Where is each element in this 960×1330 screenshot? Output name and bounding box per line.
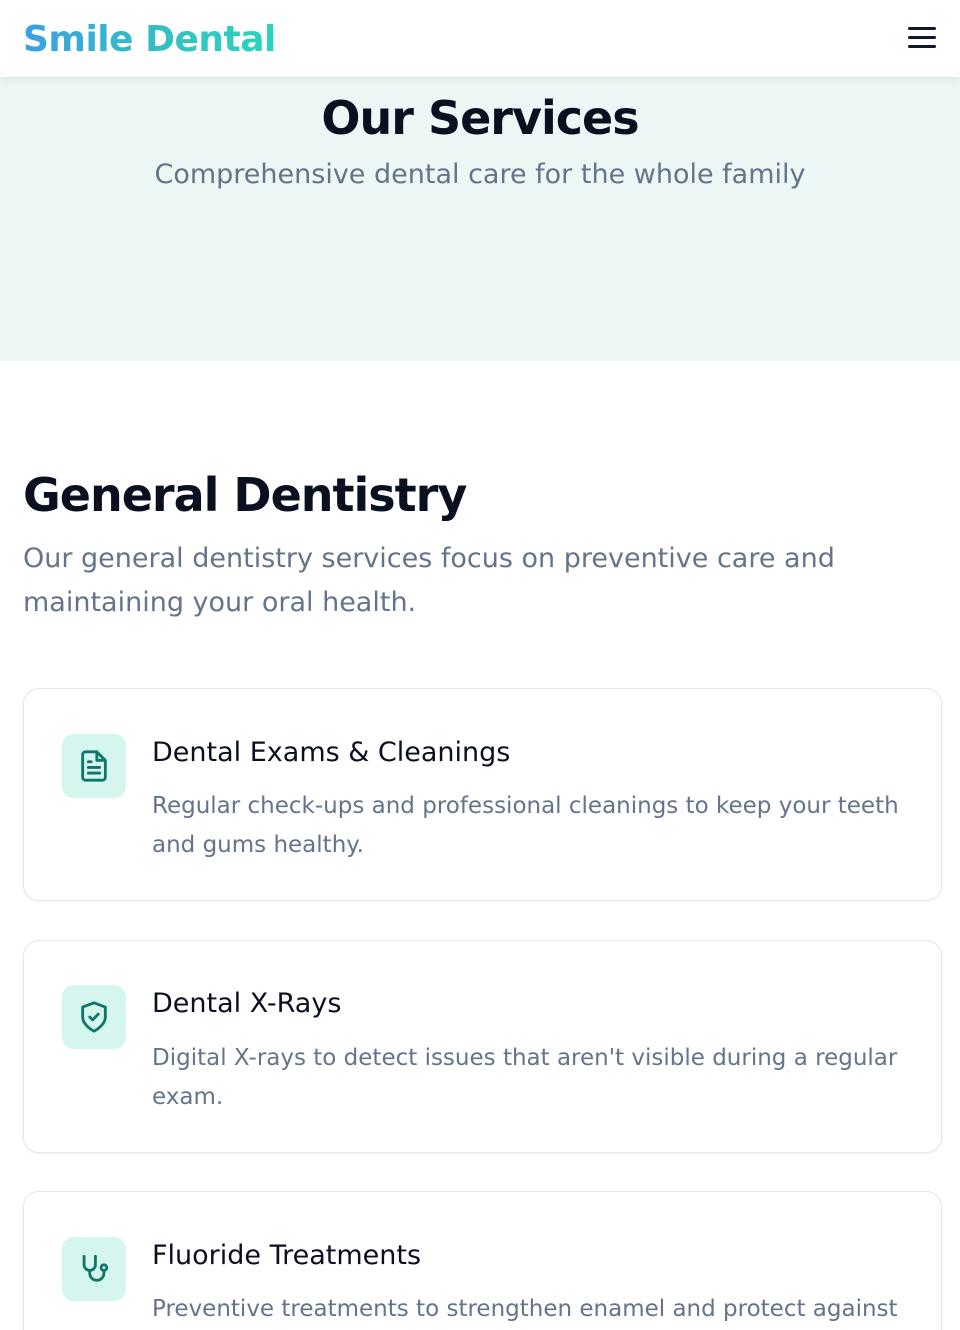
service-card-xrays[interactable]: Dental X-Rays Digital X-rays to detect i… [23,940,942,1153]
service-description: Digital X-rays to detect issues that are… [152,1045,898,1110]
menu-bar [908,27,936,30]
service-title: Fluoride Treatments [152,1240,422,1271]
hamburger-menu-icon[interactable] [906,22,940,54]
menu-bar [908,36,936,39]
service-description: Preventive treatments to strengthen enam… [152,1296,898,1322]
menu-bar [908,45,936,48]
section-description: Our general dentistry services focus on … [23,543,835,618]
shield-check-icon [62,985,126,1049]
service-title: Dental X-Rays [152,988,342,1019]
services-page: Smile Dental Our Services Comprehensive … [0,0,960,1330]
page-subtitle: Comprehensive dental care for the whole … [154,159,806,190]
site-header: Smile Dental [0,0,960,77]
logo[interactable]: Smile Dental [23,18,276,62]
section-title: General Dentistry [23,468,467,522]
service-card-fluoride[interactable]: Fluoride Treatments Preventive treatment… [23,1191,942,1330]
service-title: Dental Exams & Cleanings [152,737,511,768]
page-title: Our Services [321,91,639,145]
stethoscope-icon [62,1237,126,1301]
document-icon [62,734,126,798]
hero-section: Our Services Comprehensive dental care f… [0,77,960,361]
service-card-exams[interactable]: Dental Exams & Cleanings Regular check-u… [23,688,942,901]
service-description: Regular check-ups and professional clean… [152,793,899,858]
